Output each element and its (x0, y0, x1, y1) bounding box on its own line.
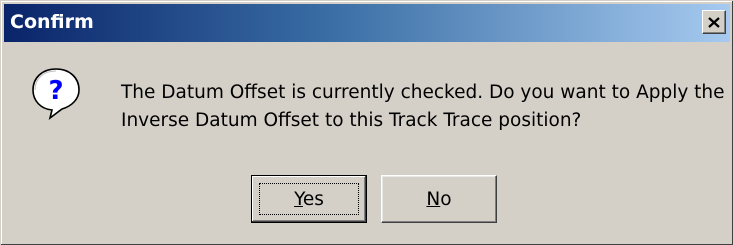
yes-button[interactable]: Yes (251, 175, 367, 223)
yes-button-label: Yes (294, 188, 324, 210)
question-icon: ? (32, 68, 80, 120)
close-icon (708, 16, 720, 28)
title-bar[interactable]: Confirm (4, 4, 730, 42)
window-title: Confirm (10, 11, 94, 33)
no-button[interactable]: No (381, 175, 497, 223)
svg-text:?: ? (48, 76, 63, 106)
dialog-message: The Datum Offset is currently checked. D… (121, 82, 725, 131)
no-button-label: No (426, 188, 452, 210)
close-button[interactable] (702, 10, 726, 34)
confirm-dialog: Confirm ? The Datum Offset is currently … (0, 0, 733, 245)
